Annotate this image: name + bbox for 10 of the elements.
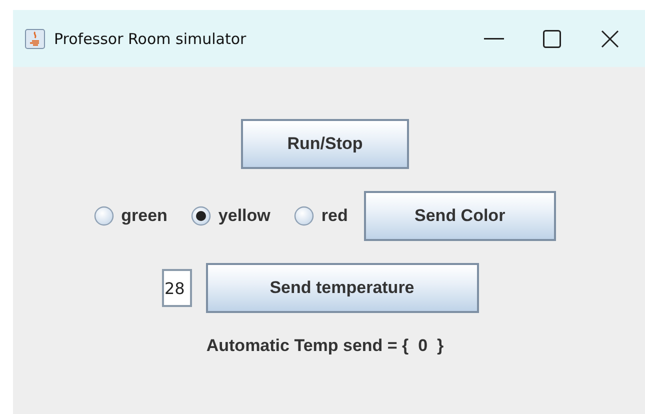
temperature-field[interactable]: 28 bbox=[162, 269, 192, 307]
java-cup-icon bbox=[25, 28, 45, 48]
color-radio[interactable]: red bbox=[294, 206, 348, 226]
color-radio[interactable]: yellow bbox=[191, 206, 270, 226]
color-radio[interactable]: green bbox=[94, 206, 168, 226]
send-temperature-button[interactable]: Send temperature bbox=[206, 263, 478, 313]
send-color-button[interactable]: Send Color bbox=[364, 191, 556, 241]
window-title: Professor Room simulator bbox=[54, 30, 248, 48]
status-label: Automatic Temp send = { 0 } bbox=[206, 336, 444, 356]
run-stop-button[interactable]: Run/Stop bbox=[241, 119, 409, 169]
